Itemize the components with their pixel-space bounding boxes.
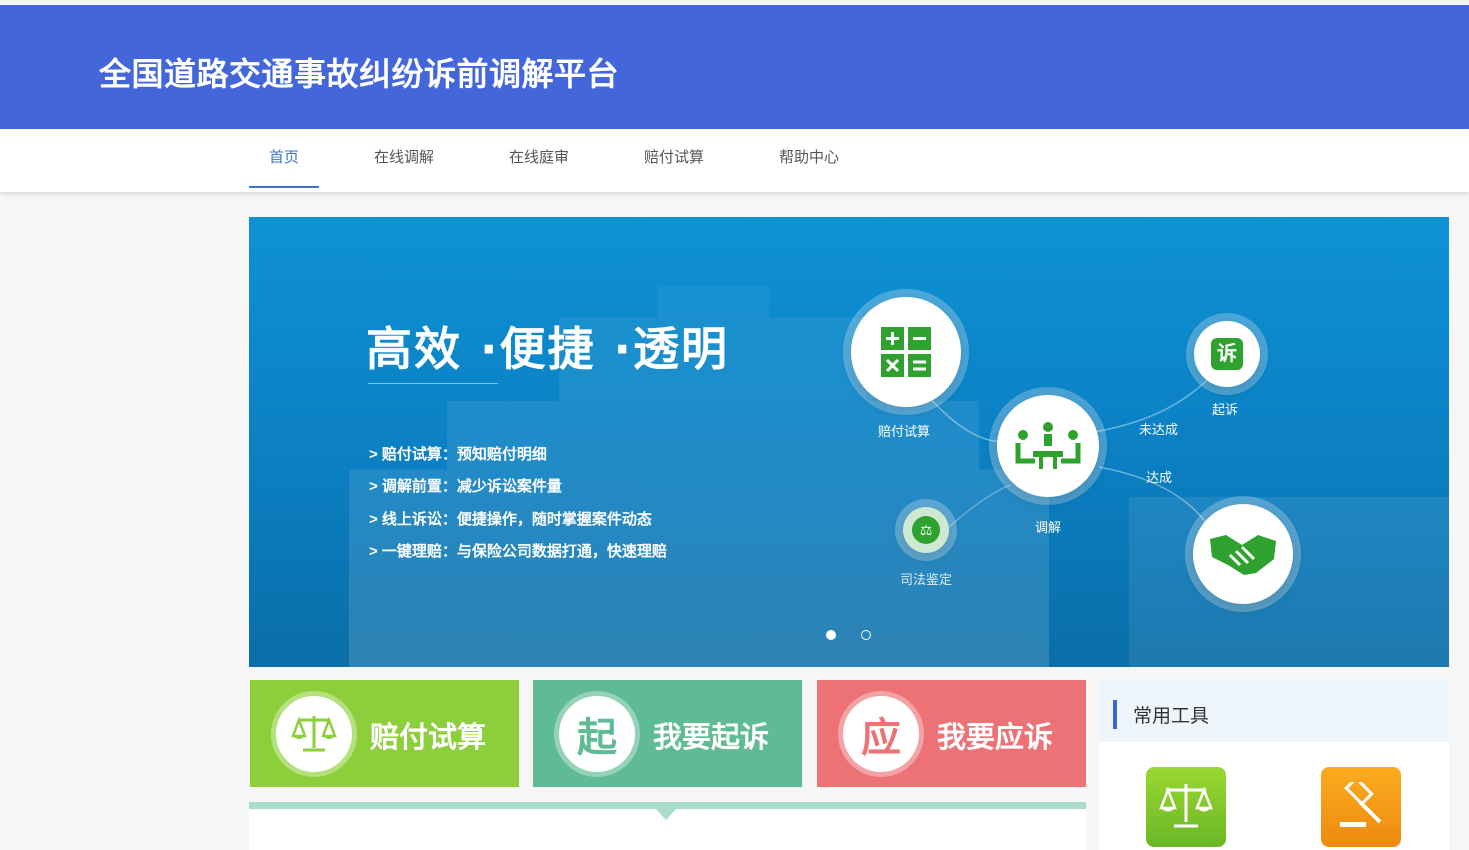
nav-online-mediation[interactable]: 在线调解 [369,129,439,188]
scale-icon [291,716,337,752]
nav-compensation-calc[interactable]: 赔付试算 [639,129,709,188]
reached-label: 达成 [1146,470,1173,485]
carousel-dot-2[interactable] [861,630,871,640]
tools-title: 常用工具 [1133,706,1210,727]
respond-char-icon: 应 [843,696,919,772]
site-title: 全国道路交通事故纠纷诉前调解平台 [99,55,620,93]
handshake-icon [1210,535,1276,575]
tile-respond[interactable]: 应 我要应诉 [817,680,1086,787]
gavel-icon [1340,782,1382,827]
calculator-icon [881,327,931,377]
tool-scale[interactable] [1146,767,1226,847]
sue-char-icon: 起 [559,696,635,772]
tools-header: 常用工具 [1099,680,1449,742]
nav-home[interactable]: 首页 [249,129,319,188]
sue-icon: 诉 [1211,338,1243,370]
hero-banner[interactable]: 高效 ·便捷 ·透明 > 赔付试算：预知赔付明细 > 调解前置：减少诉讼案件量 … [249,217,1449,667]
tile-label: 我要起诉 [653,720,770,754]
section-divider [249,802,1086,809]
main-nav: 首页 在线调解 在线庭审 赔付试算 帮助中心 [0,129,1469,192]
mediate-circle [997,395,1099,497]
tool-gavel[interactable] [1321,767,1401,847]
tile-sue[interactable]: 起 我要起诉 [533,680,802,787]
scale-icon [1159,784,1213,828]
sue-label: 起诉 [1212,402,1239,417]
common-tools-panel: 常用工具 [1099,680,1449,850]
tile-scale-icon [276,696,352,772]
divider-arrow [656,809,676,820]
mediate-label: 调解 [1035,520,1062,535]
calc-label: 赔付试算 [878,424,931,439]
nav-help-center[interactable]: 帮助中心 [774,129,844,188]
sue-circle: 诉 [1194,321,1260,387]
judicial-circle: ⚖ [903,507,949,553]
nav-online-trial[interactable]: 在线庭审 [504,129,574,188]
site-header: 全国道路交通事故纠纷诉前调解平台 [0,5,1469,129]
tile-label: 我要应诉 [937,720,1054,754]
judicial-label: 司法鉴定 [900,572,953,587]
tools-header-accent [1113,700,1117,729]
tile-compensation-calc[interactable]: 赔付试算 [250,680,519,787]
not-reached-label: 未达成 [1139,422,1179,437]
tile-label: 赔付试算 [370,720,487,754]
meeting-icon [1015,422,1081,469]
judicial-icon: ⚖ [912,516,940,544]
flow-connectors [928,356,1228,528]
calc-circle [851,297,961,407]
carousel-dot-1[interactable] [826,630,836,640]
handshake-circle [1193,504,1293,604]
